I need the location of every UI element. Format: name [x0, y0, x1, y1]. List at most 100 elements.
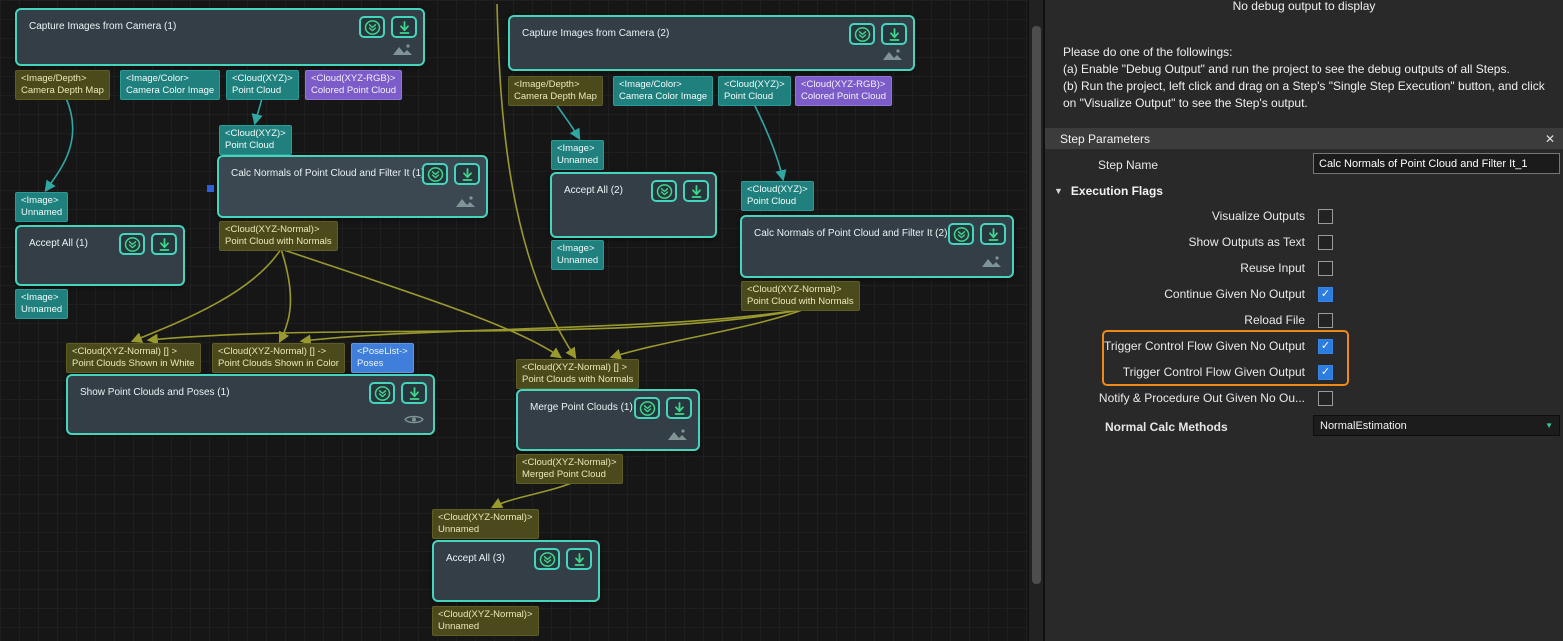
single-step-execution-button[interactable]	[422, 163, 448, 185]
step-parameters-title: Step Parameters	[1060, 132, 1150, 146]
visualize-output-button[interactable]	[454, 163, 480, 185]
edge-connection	[612, 309, 805, 357]
node-accept-all-3[interactable]: Accept All (3)	[432, 540, 600, 602]
visualize-output-button[interactable]	[391, 16, 417, 38]
flag-checkbox[interactable]: ✓	[1318, 287, 1333, 302]
port-type: <Image/Color>	[126, 73, 214, 85]
port[interactable]: <Image/Depth>Camera Depth Map	[508, 76, 603, 106]
port[interactable]: <Cloud(XYZ-Normal) [] >Point Clouds with…	[516, 359, 639, 389]
flag-checkbox[interactable]	[1318, 235, 1333, 250]
visualize-output-button[interactable]	[566, 548, 592, 570]
port[interactable]: <Cloud(XYZ-Normal) [] >Point Clouds Show…	[66, 343, 201, 373]
node-buttons	[359, 16, 417, 38]
flag-checkbox[interactable]: ✓	[1318, 339, 1333, 354]
flag-row: Reuse Input	[1045, 255, 1563, 281]
port-label: Unnamed	[438, 621, 533, 633]
node-calc-normals-2[interactable]: Calc Normals of Point Cloud and Filter I…	[740, 215, 1014, 278]
single-step-execution-button[interactable]	[634, 397, 660, 419]
port-type: <Image/Color>	[619, 79, 707, 91]
vertical-scrollbar[interactable]	[1028, 0, 1043, 641]
port-type: <Image>	[557, 243, 598, 255]
single-step-execution-button[interactable]	[359, 16, 385, 38]
port[interactable]: <Image>Unnamed	[551, 140, 604, 170]
single-step-execution-button[interactable]	[651, 180, 677, 202]
flag-checkbox[interactable]: ✓	[1318, 365, 1333, 380]
port[interactable]: <Cloud(XYZ-Normal)>Point Cloud with Norm…	[741, 281, 860, 311]
port-label: Camera Color Image	[126, 85, 214, 97]
port[interactable]: <Cloud(XYZ-Normal)>Merged Point Cloud	[516, 454, 623, 484]
port-type: <Cloud(XYZ-Normal) [] ->	[218, 346, 339, 358]
flag-checkbox[interactable]	[1318, 391, 1333, 406]
single-step-execution-button[interactable]	[119, 233, 145, 255]
step-name-input[interactable]	[1313, 153, 1560, 174]
close-icon[interactable]: ✕	[1545, 132, 1555, 146]
single-step-execution-button[interactable]	[369, 382, 395, 404]
debug-instructions: Please do one of the followings:(a) Enab…	[1063, 44, 1555, 112]
node-accept-all-1[interactable]: Accept All (1)	[15, 225, 185, 286]
port[interactable]: <Cloud(XYZ-Normal)>Unnamed	[432, 509, 539, 539]
port[interactable]: <Cloud(XYZ-Normal)>Unnamed	[432, 606, 539, 636]
normal-calc-methods-dropdown[interactable]: NormalEstimation ▼	[1313, 415, 1560, 436]
visualize-output-button[interactable]	[151, 233, 177, 255]
flag-checkbox[interactable]	[1318, 261, 1333, 276]
execution-flags-header[interactable]: ▼ Execution Flags	[1054, 184, 1163, 198]
visualize-output-button[interactable]	[881, 23, 907, 45]
debug-instruction-line: on "Visualize Output" to see the Step's …	[1063, 95, 1555, 112]
flag-checkbox[interactable]	[1318, 313, 1333, 328]
port-type: <Cloud(XYZ-RGB)>	[311, 73, 396, 85]
single-step-execution-button[interactable]	[948, 223, 974, 245]
port-label: Point Cloud with Normals	[225, 236, 332, 248]
port[interactable]: <Cloud(XYZ-Normal)>Point Cloud with Norm…	[219, 221, 338, 251]
visualize-output-button[interactable]	[401, 382, 427, 404]
port[interactable]: <Cloud(XYZ-Normal) [] ->Point Clouds Sho…	[212, 343, 345, 373]
debug-instruction-line: (a) Enable "Debug Output" and run the pr…	[1063, 61, 1555, 78]
port-label: Point Cloud with Normals	[747, 296, 854, 308]
image-icon	[882, 48, 904, 66]
port[interactable]: <Image/Color>Camera Color Image	[613, 76, 713, 106]
node-merge-point-clouds-1[interactable]: Merge Point Clouds (1)	[516, 389, 700, 451]
chevron-down-icon: ▼	[1054, 186, 1063, 196]
port[interactable]: <Cloud(XYZ-RGB)>Colored Point Cloud	[795, 76, 892, 106]
port[interactable]: <Cloud(XYZ)>Point Cloud	[219, 125, 292, 155]
node-calc-normals-1[interactable]: Calc Normals of Point Cloud and Filter I…	[217, 155, 488, 218]
flag-row: Show Outputs as Text	[1045, 229, 1563, 255]
node-camera-2[interactable]: Capture Images from Camera (2)	[508, 15, 915, 71]
port[interactable]: <Image>Unnamed	[15, 192, 68, 222]
execution-flags-list: Visualize OutputsShow Outputs as TextReu…	[1045, 203, 1563, 411]
port[interactable]: <Image/Depth>Camera Depth Map	[15, 70, 110, 100]
port-type: <PoseList->	[357, 346, 408, 358]
single-step-execution-button[interactable]	[849, 23, 875, 45]
port[interactable]: <Image/Color>Camera Color Image	[120, 70, 220, 100]
port-type: <Image/Depth>	[21, 73, 104, 85]
node-accept-all-2[interactable]: Accept All (2)	[550, 172, 717, 238]
edge-connection	[556, 104, 579, 138]
port-label: Unnamed	[21, 207, 62, 219]
flag-checkbox[interactable]	[1318, 209, 1333, 224]
port-type: <Cloud(XYZ-Normal) [] >	[72, 346, 195, 358]
port-type: <Image>	[21, 292, 62, 304]
execution-flags-title: Execution Flags	[1071, 184, 1163, 198]
port-label: Colored Point Cloud	[801, 91, 886, 103]
port-type: <Image>	[557, 143, 598, 155]
node-buttons	[651, 180, 709, 202]
port[interactable]: <Cloud(XYZ-RGB)>Colored Point Cloud	[305, 70, 402, 100]
port[interactable]: <Cloud(XYZ)>Point Cloud	[741, 181, 814, 211]
port-label: Point Cloud	[724, 91, 785, 103]
node-show-point-clouds-1[interactable]: Show Point Clouds and Poses (1)	[66, 374, 435, 435]
visualize-output-button[interactable]	[683, 180, 709, 202]
flag-row: Trigger Control Flow Given No Output✓	[1045, 333, 1563, 359]
visualize-output-button[interactable]	[980, 223, 1006, 245]
port-label: Camera Color Image	[619, 91, 707, 103]
node-canvas[interactable]: Capture Images from Camera (1) Capture I…	[0, 0, 1028, 641]
single-step-execution-button[interactable]	[534, 548, 560, 570]
port[interactable]: <Image>Unnamed	[15, 289, 68, 319]
scrollbar-thumb[interactable]	[1032, 26, 1041, 584]
port[interactable]: <PoseList->Poses	[351, 343, 414, 373]
port[interactable]: <Cloud(XYZ)>Point Cloud	[226, 70, 299, 100]
port-type: <Cloud(XYZ-Normal) [] >	[522, 362, 633, 374]
port[interactable]: <Cloud(XYZ)>Point Cloud	[718, 76, 791, 106]
port[interactable]: <Image>Unnamed	[551, 240, 604, 270]
visualize-output-button[interactable]	[666, 397, 692, 419]
node-camera-1[interactable]: Capture Images from Camera (1)	[15, 8, 425, 66]
image-icon	[981, 255, 1003, 273]
